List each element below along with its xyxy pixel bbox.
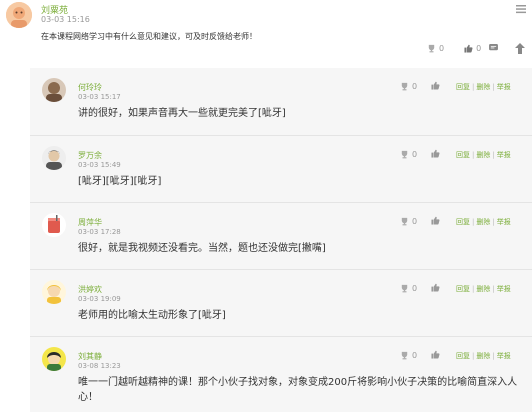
hamburger-menu-icon[interactable] xyxy=(516,4,526,14)
report-link[interactable]: 举报 xyxy=(497,352,511,360)
reply-author-name[interactable]: 罗万余 xyxy=(78,150,102,161)
reply-link[interactable]: 回复 xyxy=(456,83,470,91)
reply-author-name[interactable]: 刘其静 xyxy=(78,351,102,362)
reply-author-name[interactable]: 洪婷欢 xyxy=(78,284,102,295)
post-author-avatar[interactable] xyxy=(6,2,32,28)
separator: | xyxy=(492,218,495,226)
reply-vote[interactable]: 0 xyxy=(400,150,417,159)
reply-links: 回复 | 删除 | 举报 xyxy=(456,217,511,227)
thumbs-up-icon[interactable] xyxy=(431,216,440,225)
reply-time: 03-03 19:09 xyxy=(78,295,121,303)
report-link[interactable]: 举报 xyxy=(497,218,511,226)
reply-content: 唯一一门越听越精神的课！那个小伙子找对象，对象变成200斤将影响小伙子决策的比喻… xyxy=(78,377,518,403)
reply-list: 何玲玲 03-03 15:17 讲的很好，如果声音再大一些就更完美了[呲牙] 0… xyxy=(30,68,532,412)
reply-links: 回复 | 删除 | 举报 xyxy=(456,150,511,160)
separator: | xyxy=(472,151,475,159)
reply-time: 03-03 15:49 xyxy=(78,161,121,169)
reply-item: 刘其静 03-08 13:23 唯一一门越听越精神的课！那个小伙子找对象，对象变… xyxy=(30,336,532,412)
trophy-icon[interactable] xyxy=(400,150,409,159)
delete-link[interactable]: 删除 xyxy=(476,285,490,293)
reply-time: 03-03 17:28 xyxy=(78,228,121,236)
reply-item: 洪婷欢 03-03 19:09 老师用的比喻太生动形象了[呲牙] 0 回复 | 删除… xyxy=(30,269,532,335)
delete-link[interactable]: 删除 xyxy=(476,218,490,226)
reply-author-avatar[interactable] xyxy=(42,347,66,371)
report-link[interactable]: 举报 xyxy=(497,151,511,159)
separator: | xyxy=(492,352,495,360)
main-post: 刘粟苑 03-03 15:16 在本课程网络学习中有什么意见和建议，可及时反馈给… xyxy=(0,0,532,66)
separator: | xyxy=(472,218,475,226)
reply-vote-count: 0 xyxy=(412,351,418,360)
thumbs-up-icon[interactable] xyxy=(464,44,473,53)
thumbs-up-icon[interactable] xyxy=(431,81,440,90)
separator: | xyxy=(472,83,475,91)
reply-link[interactable]: 回复 xyxy=(456,218,470,226)
trophy-icon[interactable] xyxy=(400,351,409,360)
post-like-count: 0 xyxy=(476,43,482,53)
reply-author-avatar[interactable] xyxy=(42,213,66,237)
reply-links: 回复 | 删除 | 举报 xyxy=(456,82,511,92)
delete-link[interactable]: 删除 xyxy=(476,352,490,360)
reply-links: 回复 | 删除 | 举报 xyxy=(456,284,511,294)
separator: | xyxy=(472,285,475,293)
report-link[interactable]: 举报 xyxy=(497,285,511,293)
reply-vote-count: 0 xyxy=(412,284,418,293)
reply-link[interactable]: 回复 xyxy=(456,151,470,159)
post-content: 在本课程网络学习中有什么意见和建议，可及时反馈给老师！ xyxy=(41,32,257,41)
reply-content: 很好，就是我视频还没看完。当然，题也还没做完[撇嘴] xyxy=(78,243,326,254)
report-link[interactable]: 举报 xyxy=(497,83,511,91)
separator: | xyxy=(492,83,495,91)
separator: | xyxy=(472,352,475,360)
reply-vote[interactable]: 0 xyxy=(400,351,417,360)
trophy-icon[interactable] xyxy=(427,44,436,53)
reply-item: 何玲玲 03-03 15:17 讲的很好，如果声音再大一些就更完美了[呲牙] 0… xyxy=(30,68,532,134)
reply-content: [呲牙][呲牙][呲牙] xyxy=(78,176,162,187)
delete-link[interactable]: 删除 xyxy=(476,151,490,159)
separator: | xyxy=(492,285,495,293)
reply-links: 回复 | 删除 | 举报 xyxy=(456,351,511,361)
reply-vote[interactable]: 0 xyxy=(400,82,417,91)
reply-vote[interactable]: 0 xyxy=(400,284,417,293)
trophy-icon[interactable] xyxy=(400,82,409,91)
reply-vote-count: 0 xyxy=(412,150,418,159)
arrow-up-icon[interactable] xyxy=(515,43,525,54)
reply-content: 讲的很好，如果声音再大一些就更完美了[呲牙] xyxy=(78,108,286,119)
thumbs-up-icon[interactable] xyxy=(431,149,440,158)
trophy-icon[interactable] xyxy=(400,217,409,226)
reply-link[interactable]: 回复 xyxy=(456,285,470,293)
trophy-icon[interactable] xyxy=(400,284,409,293)
post-actions: 0 0 xyxy=(427,42,499,54)
comment-icon[interactable] xyxy=(489,44,499,52)
reply-item: 罗万余 03-03 15:49 [呲牙][呲牙][呲牙] 0 回复 | 删除 | 举报 xyxy=(30,135,532,201)
reply-author-name[interactable]: 周萍华 xyxy=(78,217,102,228)
reply-author-name[interactable]: 何玲玲 xyxy=(78,82,102,93)
delete-link[interactable]: 删除 xyxy=(476,83,490,91)
reply-author-avatar[interactable] xyxy=(42,280,66,304)
reply-author-avatar[interactable] xyxy=(42,146,66,170)
reply-vote[interactable]: 0 xyxy=(400,217,417,226)
reply-item: 周萍华 03-03 17:28 很好，就是我视频还没看完。当然，题也还没做完[撇… xyxy=(30,202,532,268)
thumbs-up-icon[interactable] xyxy=(431,283,440,292)
reply-time: 03-08 13:23 xyxy=(78,362,121,370)
separator: | xyxy=(492,151,495,159)
reply-vote-count: 0 xyxy=(412,217,418,226)
reply-content: 老师用的比喻太生动形象了[呲牙] xyxy=(78,310,226,321)
reply-vote-count: 0 xyxy=(412,82,418,91)
reply-link[interactable]: 回复 xyxy=(456,352,470,360)
thumbs-up-icon[interactable] xyxy=(431,350,440,359)
post-vote-count: 0 xyxy=(439,43,445,53)
reply-author-avatar[interactable] xyxy=(42,78,66,102)
post-time: 03-03 15:16 xyxy=(41,15,90,24)
reply-time: 03-03 15:17 xyxy=(78,93,121,101)
